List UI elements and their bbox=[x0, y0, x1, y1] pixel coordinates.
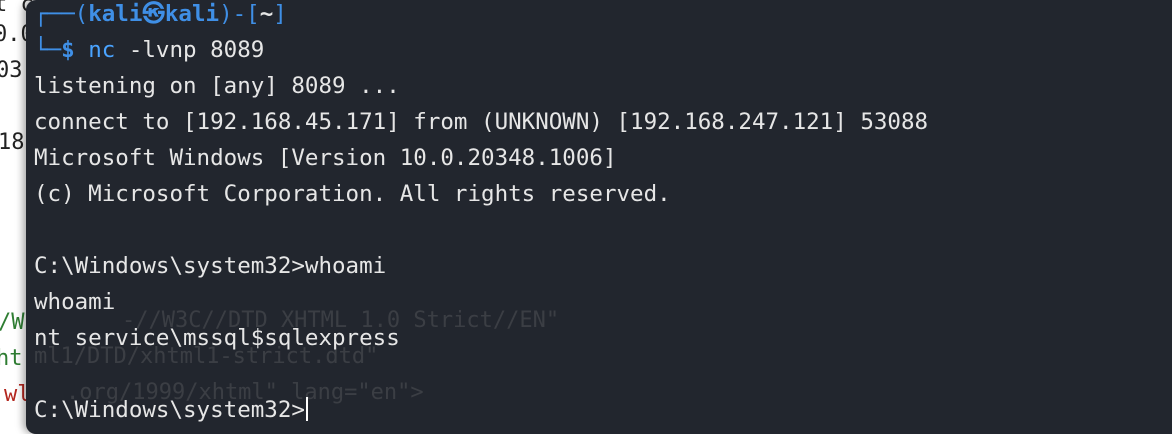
prompt-user: kali bbox=[88, 1, 143, 27]
background-text-fragment: 03 bbox=[0, 58, 23, 83]
current-prompt: C:\Windows\system32> bbox=[34, 397, 305, 423]
output-line: C:\Windows\system32>whoami bbox=[34, 253, 387, 279]
prompt-separator: )-[ bbox=[219, 1, 260, 27]
prompt-box-corner-bottom: └─ bbox=[34, 37, 62, 63]
prompt-at-icon: ㉿ bbox=[142, 1, 165, 27]
output-line: whoami bbox=[34, 289, 116, 315]
text-cursor bbox=[305, 397, 308, 421]
output-line: nt service\mssql$sqlexpress bbox=[34, 325, 400, 351]
output-line: connect to [192.168.45.171] from (UNKNOW… bbox=[34, 109, 929, 135]
command-name: nc bbox=[88, 37, 116, 63]
background-text-fragment: ht bbox=[0, 346, 23, 371]
output-line: Microsoft Windows [Version 10.0.20348.10… bbox=[34, 145, 617, 171]
prompt-command-line: └─$ nc -lvnp 8089 bbox=[34, 35, 264, 65]
prompt-bracket: ] bbox=[273, 1, 287, 27]
terminal-window[interactable]: -//W3C//DTD XHTML 1.0 Strict//EN" ml1/DT… bbox=[26, 0, 1172, 434]
output-line: (c) Microsoft Corporation. All rights re… bbox=[34, 181, 671, 207]
background-text-fragment: /W bbox=[0, 310, 25, 335]
prompt-header-line: ┌──(kali㉿kali)-[~] bbox=[34, 0, 287, 29]
background-text-fragment: 18 bbox=[0, 130, 25, 155]
prompt-box-corner: ┌──( bbox=[34, 1, 89, 27]
command-args: -lvnp 8089 bbox=[115, 37, 265, 63]
active-prompt-line[interactable]: C:\Windows\system32> bbox=[34, 395, 308, 425]
prompt-directory: ~ bbox=[259, 1, 274, 27]
prompt-dollar: $ bbox=[61, 37, 75, 63]
prompt-host: kali bbox=[164, 1, 220, 27]
output-line: listening on [any] 8089 ... bbox=[34, 73, 400, 99]
